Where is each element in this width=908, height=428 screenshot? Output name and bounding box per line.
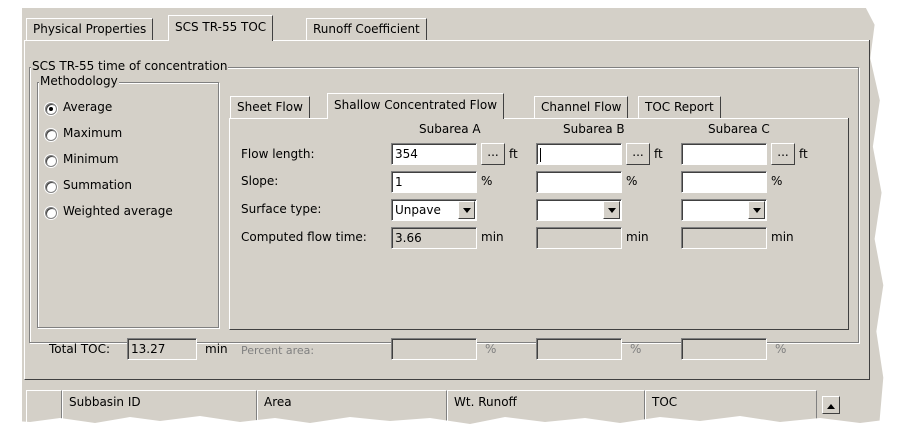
methodology-title: Methodology — [39, 74, 119, 88]
total-toc-label: Total TOC: — [49, 342, 111, 356]
computed-flow-time-label: Computed flow time: — [241, 230, 367, 244]
chevron-down-icon[interactable] — [458, 201, 475, 219]
subarea-a-slope-input[interactable]: 1 — [391, 171, 477, 193]
subarea-c-length-unit: ft — [799, 147, 808, 161]
slope-label: Slope: — [241, 174, 279, 188]
subarea-a-header: Subarea A — [419, 122, 481, 136]
subarea-a-flow-length-browse-button[interactable]: ... — [481, 143, 505, 165]
subarea-a-percent-area-field — [391, 338, 477, 360]
subarea-c-flow-time-field — [681, 227, 767, 249]
subarea-b-surface-type-select[interactable] — [536, 199, 622, 221]
tab-channel-flow[interactable]: Channel Flow — [534, 96, 629, 118]
toc-tab-page: SCS TR-55 time of concentration Methodol… — [24, 40, 870, 380]
subarea-a-length-unit: ft — [509, 147, 518, 161]
subarea-c-surface-type-select[interactable] — [681, 199, 767, 221]
subarea-a-flow-length-input[interactable]: 354 — [391, 143, 477, 165]
subarea-c-slope-input[interactable] — [681, 171, 767, 193]
radio-summation[interactable] — [45, 181, 57, 193]
radio-average-label[interactable]: Average — [63, 100, 112, 114]
subarea-b-flow-time-field — [536, 227, 622, 249]
subarea-b-slope-unit: % — [626, 174, 638, 188]
subarea-b-header: Subarea B — [563, 122, 625, 136]
subarea-b-flow-length-browse-button[interactable]: ... — [626, 143, 650, 165]
total-toc-unit: min — [205, 342, 228, 356]
tab-physical-properties[interactable]: Physical Properties — [26, 18, 154, 40]
tab-shallow-concentrated-flow[interactable]: Shallow Concentrated Flow — [327, 93, 505, 119]
total-toc-field: 13.27 — [127, 338, 197, 360]
tab-runoff-coefficient[interactable]: Runoff Coefficient — [306, 18, 427, 40]
radio-weighted-average-label[interactable]: Weighted average — [63, 204, 173, 218]
subarea-c-flow-length-input[interactable] — [681, 143, 767, 165]
radio-maximum[interactable] — [45, 129, 57, 141]
text-cursor — [540, 147, 541, 162]
properties-panel: Physical Properties SCS TR-55 TOC Runoff… — [22, 8, 884, 428]
subarea-b-percent-area-field — [536, 338, 622, 360]
subarea-c-slope-unit: % — [771, 174, 783, 188]
radio-average[interactable] — [45, 103, 57, 115]
radio-minimum[interactable] — [45, 155, 57, 167]
chevron-down-icon[interactable] — [748, 201, 765, 219]
tab-toc-report[interactable]: TOC Report — [638, 96, 721, 118]
torn-edge — [0, 416, 908, 428]
subarea-c-percent-unit: % — [775, 342, 787, 356]
flow-length-label: Flow length: — [241, 147, 315, 161]
subarea-a-surface-type-select[interactable]: Unpave — [391, 199, 477, 221]
subarea-a-surface-type-value: Unpave — [395, 203, 441, 217]
subarea-a-slope-unit: % — [481, 174, 493, 188]
chevron-down-icon[interactable] — [603, 201, 620, 219]
radio-selected-dot — [49, 107, 53, 111]
subarea-a-time-unit: min — [481, 230, 504, 244]
subarea-c-flow-length-browse-button[interactable]: ... — [771, 143, 795, 165]
subarea-b-flow-length-input[interactable] — [536, 143, 622, 165]
subarea-a-flow-time-field: 3.66 — [391, 227, 477, 249]
radio-summation-label[interactable]: Summation — [63, 178, 132, 192]
subarea-b-percent-unit: % — [630, 342, 642, 356]
subarea-c-percent-area-field — [681, 338, 767, 360]
tab-scs-tr55-toc[interactable]: SCS TR-55 TOC — [168, 15, 274, 41]
radio-weighted-average[interactable] — [45, 207, 57, 219]
tab-sheet-flow[interactable]: Sheet Flow — [230, 96, 310, 118]
subarea-b-length-unit: ft — [654, 147, 663, 161]
tr55-group-title: SCS TR-55 time of concentration — [31, 59, 229, 73]
subarea-b-slope-input[interactable] — [536, 171, 622, 193]
subarea-c-time-unit: min — [771, 230, 794, 244]
radio-minimum-label[interactable]: Minimum — [63, 152, 119, 166]
surface-type-label: Surface type: — [241, 202, 322, 216]
subarea-b-time-unit: min — [626, 230, 649, 244]
radio-maximum-label[interactable]: Maximum — [63, 126, 122, 140]
subarea-c-header: Subarea C — [708, 122, 770, 136]
percent-area-label: Percent area: — [241, 344, 315, 357]
subarea-a-percent-unit: % — [485, 342, 497, 356]
